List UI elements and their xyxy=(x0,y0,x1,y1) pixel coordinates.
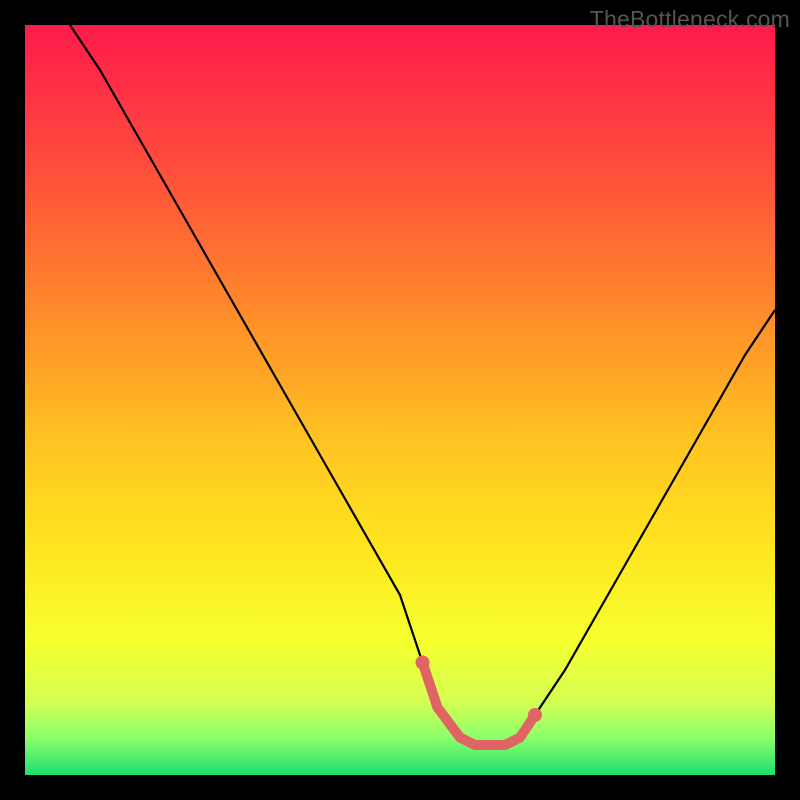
highlight-band xyxy=(423,663,536,746)
chart-stage: TheBottleneck.com xyxy=(0,0,800,800)
plot-area xyxy=(25,25,775,775)
bottleneck-curve xyxy=(70,25,775,745)
watermark-text: TheBottleneck.com xyxy=(590,6,790,33)
curve-layer xyxy=(25,25,775,775)
